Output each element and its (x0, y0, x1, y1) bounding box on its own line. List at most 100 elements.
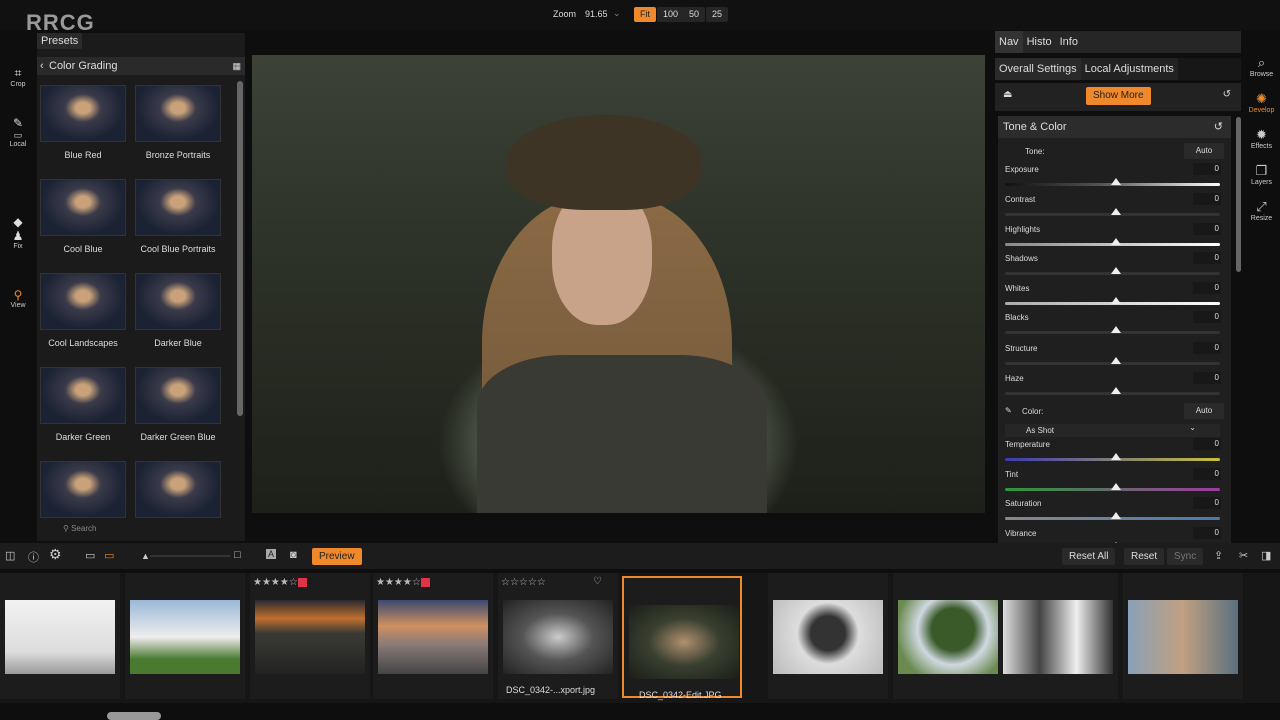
slider-value[interactable]: 0 (1193, 438, 1221, 450)
slider-value[interactable]: 0 (1193, 372, 1221, 384)
slider-thumb[interactable] (1111, 267, 1121, 274)
large-thumb-icon[interactable]: □ (234, 549, 241, 561)
star-rating[interactable]: ☆☆☆☆☆ (501, 577, 546, 588)
slider-thumb[interactable] (1111, 238, 1121, 245)
show-more-button[interactable]: Show More (1086, 87, 1151, 105)
color-auto-button[interactable]: Auto (1184, 403, 1224, 419)
slider-track[interactable] (1005, 208, 1220, 216)
filmstrip-item[interactable] (0, 573, 120, 699)
slider-value[interactable]: 0 (1193, 223, 1221, 235)
preset-category[interactable]: ‹ Color Grading ▦ (37, 57, 245, 75)
slider-value[interactable]: 0 (1193, 527, 1221, 539)
module-effects[interactable]: ✹ Effects (1243, 127, 1280, 150)
color-label-flag[interactable] (297, 577, 307, 587)
tab-nav[interactable]: Nav (995, 31, 1023, 53)
slider-thumb[interactable] (1111, 297, 1121, 304)
slider-track[interactable] (1005, 357, 1220, 365)
presets-scrollbar[interactable] (237, 81, 243, 416)
tool-local[interactable]: ✎ ▭ Local (0, 116, 36, 148)
zoom-value[interactable]: 91.65 (585, 9, 608, 19)
sync-button[interactable]: Sync (1167, 548, 1204, 565)
slider-value[interactable]: 0 (1193, 468, 1221, 480)
color-label-flag[interactable] (420, 577, 430, 587)
slider-track[interactable] (1005, 512, 1220, 520)
reset-icon[interactable]: ↺ (1214, 116, 1223, 138)
tab-overall-settings[interactable]: Overall Settings (995, 58, 1081, 80)
single-view-icon[interactable]: ▭ (85, 549, 95, 562)
filmstrip-scrollbar[interactable] (107, 712, 161, 720)
preview-button[interactable]: Preview (312, 548, 362, 565)
preset-item[interactable]: Darker Blue (132, 273, 224, 348)
slider-value[interactable]: 0 (1193, 497, 1221, 509)
gear-icon[interactable]: ⚙ (49, 546, 62, 563)
star-rating[interactable]: ★★★★☆ (253, 577, 307, 588)
white-balance-select[interactable]: As Shot ⌄ (1005, 423, 1220, 437)
filmstrip-item[interactable]: ☆☆☆☆☆ ♡ DSC_0342-...xport.jpg (498, 573, 618, 699)
eyedropper-icon[interactable]: ✎ (1005, 406, 1012, 415)
slider-value[interactable]: 0 (1193, 311, 1221, 323)
thumb-size-slider[interactable] (150, 555, 230, 557)
filmstrip-item[interactable] (893, 573, 1013, 699)
compare-icon[interactable]: ✂ (1239, 549, 1248, 562)
chevron-left-icon[interactable]: ‹ (40, 57, 44, 75)
export-icon[interactable]: ⏏ (1003, 89, 1012, 100)
zoom-fit-button[interactable]: Fit (634, 7, 656, 22)
filmstrip-item[interactable] (768, 573, 888, 699)
preset-item[interactable]: Cool Blue (37, 179, 129, 254)
tool-crop[interactable]: ⌗ Crop (0, 66, 36, 88)
tab-histo[interactable]: Histo (1023, 31, 1056, 53)
share-icon[interactable]: ⇪ (1214, 549, 1223, 562)
slider-value[interactable]: 0 (1193, 193, 1221, 205)
chevron-down-icon[interactable]: ⌄ (613, 8, 621, 19)
tab-local-adjustments[interactable]: Local Adjustments (1080, 58, 1178, 80)
preset-item[interactable] (132, 461, 224, 526)
slider-thumb[interactable] (1111, 208, 1121, 215)
slider-track[interactable] (1005, 267, 1220, 275)
section-header[interactable]: Tone & Color ↺ (998, 116, 1231, 138)
tool-fix[interactable]: ◆ ♟ Fix (0, 215, 36, 250)
slider-track[interactable] (1005, 297, 1220, 305)
auto-icon[interactable]: A (266, 549, 277, 559)
filmstrip-item[interactable]: ★★★★☆ (250, 573, 370, 699)
slider-thumb[interactable]: ▲ (141, 551, 150, 561)
slider-thumb[interactable] (1111, 178, 1121, 185)
zoom-25-button[interactable]: 25 (706, 7, 729, 22)
filmstrip-item[interactable] (1123, 573, 1243, 699)
preset-search[interactable]: ⚲ Search (63, 524, 96, 533)
reset-icon[interactable]: ↺ (1223, 89, 1231, 100)
filmstrip-item[interactable]: DSC_0342-Edit.JPG (622, 576, 742, 700)
module-layers[interactable]: ❐ Layers (1243, 163, 1280, 186)
slider-thumb[interactable] (1111, 357, 1121, 364)
tone-auto-button[interactable]: Auto (1184, 143, 1224, 159)
zoom-50-button[interactable]: 50 (683, 7, 706, 22)
slider-thumb[interactable] (1111, 512, 1121, 519)
slider-track[interactable] (1005, 453, 1220, 461)
slider-value[interactable]: 0 (1193, 342, 1221, 354)
slider-value[interactable]: 0 (1193, 252, 1221, 264)
module-resize[interactable]: ⤢ Resize (1243, 199, 1280, 222)
grid-icon[interactable]: ▦ (232, 57, 241, 75)
panel-toggle-icon[interactable]: ◨ (1261, 549, 1271, 562)
preset-item[interactable]: Bronze Portraits (132, 85, 224, 160)
module-develop[interactable]: ✺ Develop (1243, 91, 1280, 114)
filmstrip-item[interactable] (125, 573, 245, 699)
help-icon[interactable]: ⓘ (28, 549, 39, 565)
tab-info[interactable]: Info (1056, 31, 1082, 53)
preset-item[interactable]: Blue Red (37, 85, 129, 160)
presets-tab[interactable]: Presets (37, 33, 83, 49)
slider-value[interactable]: 0 (1193, 163, 1221, 175)
slider-value[interactable]: 0 (1193, 282, 1221, 294)
main-photo[interactable] (252, 55, 985, 513)
mask-view-icon[interactable]: ◙ (290, 549, 297, 561)
slider-thumb[interactable] (1111, 453, 1121, 460)
preset-item[interactable]: Cool Landscapes (37, 273, 129, 348)
module-browse[interactable]: ⌕ Browse (1243, 55, 1280, 78)
preset-item[interactable]: Cool Blue Portraits (132, 179, 224, 254)
preset-item[interactable] (37, 461, 129, 526)
adjust-scrollbar[interactable] (1236, 117, 1241, 272)
preset-item[interactable]: Darker Green Blue (132, 367, 224, 442)
filmstrip-item[interactable] (998, 573, 1118, 699)
reset-button[interactable]: Reset (1124, 548, 1165, 565)
heart-icon[interactable]: ♡ (593, 576, 602, 587)
slider-thumb[interactable] (1111, 483, 1121, 490)
